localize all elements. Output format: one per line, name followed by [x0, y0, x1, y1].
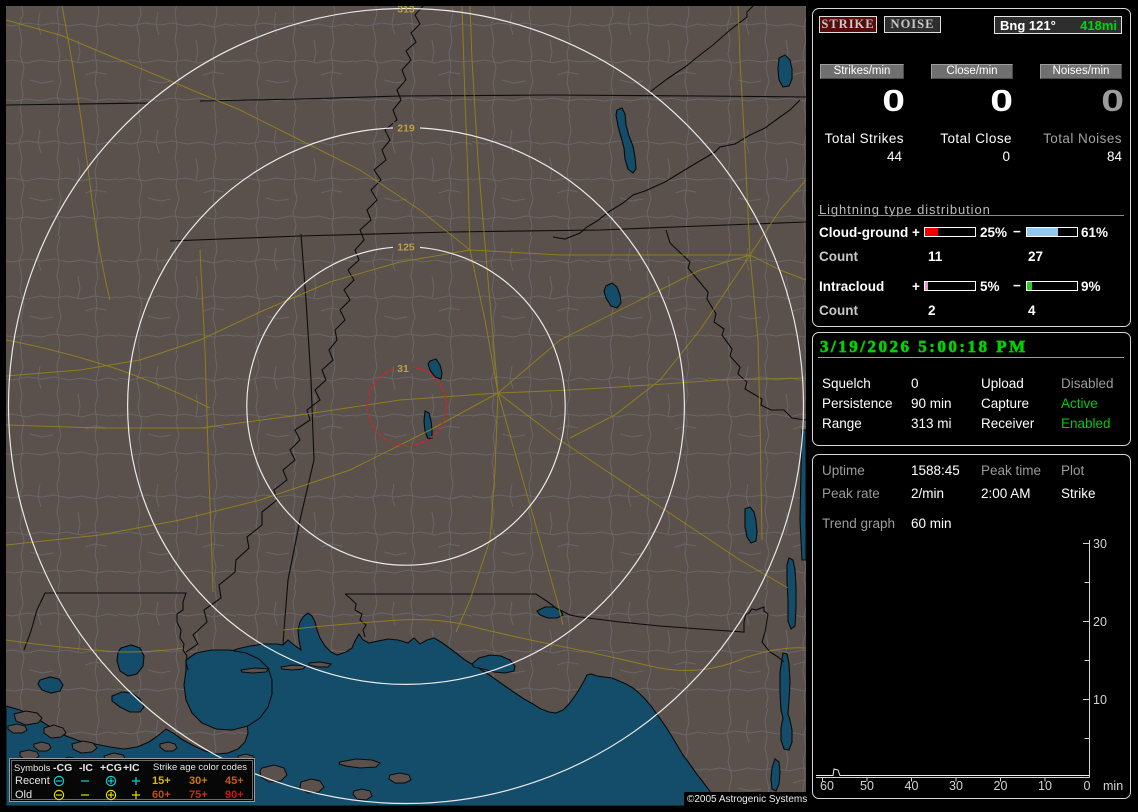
svg-text:0: 0	[1084, 779, 1091, 793]
svg-text:10: 10	[1038, 779, 1052, 793]
svg-text:30: 30	[1093, 537, 1107, 551]
svg-text:10: 10	[1093, 693, 1107, 707]
svg-text:40: 40	[905, 779, 919, 793]
svg-text:60: 60	[820, 779, 834, 793]
svg-text:min: min	[1103, 779, 1123, 793]
svg-text:30: 30	[949, 779, 963, 793]
svg-text:219: 219	[397, 123, 415, 135]
svg-text:20: 20	[994, 779, 1008, 793]
svg-text:125: 125	[397, 242, 415, 254]
svg-text:50: 50	[860, 779, 874, 793]
svg-text:31: 31	[397, 363, 409, 375]
svg-text:313: 313	[397, 4, 415, 16]
svg-text:20: 20	[1093, 615, 1107, 629]
